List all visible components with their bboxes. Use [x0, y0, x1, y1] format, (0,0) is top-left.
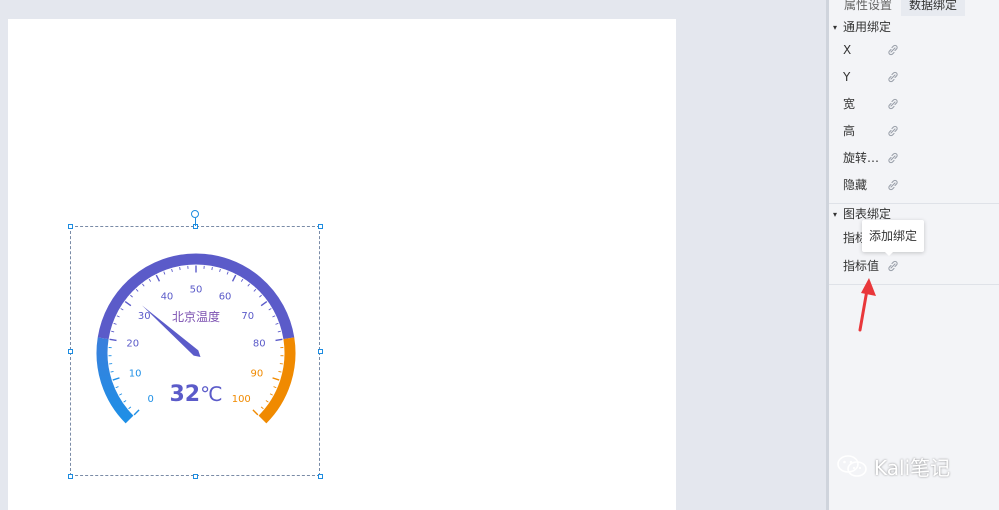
binding-label: Y	[843, 70, 851, 84]
binding-label: 宽	[843, 97, 856, 111]
tooltip-arrow	[884, 251, 894, 256]
caret-down-icon: ▾	[833, 210, 838, 219]
binding-row-x: X	[843, 40, 993, 60]
watermark-text: Kali笔记	[874, 455, 951, 480]
binding-row-width: 宽	[843, 94, 993, 114]
resize-handle-left[interactable]	[68, 349, 73, 354]
add-binding-tooltip: 添加绑定	[862, 220, 924, 252]
rotate-handle[interactable]	[191, 210, 199, 218]
link-icon[interactable]	[887, 125, 899, 137]
selection-box	[70, 226, 320, 476]
link-icon[interactable]	[887, 152, 899, 164]
resize-handle-top-left[interactable]	[68, 224, 73, 229]
resize-handle-bottom-right[interactable]	[318, 474, 323, 479]
general-binding-title: 通用绑定	[843, 20, 892, 34]
canvas-area: 0 10 20 30 40 50 60 70 80 90 100 北京温度 32℃	[0, 0, 826, 510]
resize-handle-bottom-left[interactable]	[68, 474, 73, 479]
link-icon[interactable]	[887, 71, 899, 83]
binding-row-indicator-value: 指标值	[843, 256, 993, 276]
binding-label: 隐藏	[843, 178, 868, 192]
watermark: Kali笔记	[836, 452, 950, 480]
red-arrow-annotation	[858, 278, 876, 332]
tab-properties[interactable]: 属性设置	[844, 0, 892, 16]
binding-label: 指标值	[843, 259, 880, 273]
wechat-icon	[837, 455, 867, 477]
rotate-handle-stem	[195, 218, 196, 226]
link-icon[interactable]	[887, 179, 899, 191]
link-icon[interactable]	[887, 260, 899, 272]
chart-binding-title: 图表绑定	[843, 207, 892, 221]
binding-label: 旋转…	[843, 151, 880, 165]
properties-panel: 属性设置 数据绑定 ▾ 通用绑定 X Y 宽 高 旋转… 隐藏 ▾ 图表绑定 指标 …	[829, 0, 999, 510]
general-binding-group[interactable]: ▾ 通用绑定	[833, 18, 891, 35]
link-icon[interactable]	[887, 98, 899, 110]
binding-row-height: 高	[843, 121, 993, 141]
resize-handle-right[interactable]	[318, 349, 323, 354]
resize-handle-top-right[interactable]	[318, 224, 323, 229]
divider	[829, 203, 999, 204]
binding-row-y: Y	[843, 67, 993, 87]
binding-row-hidden: 隐藏	[843, 175, 993, 195]
binding-label: X	[843, 43, 852, 57]
binding-row-rotation: 旋转…	[843, 148, 993, 168]
caret-down-icon: ▾	[833, 23, 838, 32]
binding-label: 高	[843, 124, 856, 138]
link-icon[interactable]	[887, 44, 899, 56]
panel-tabs: 属性设置 数据绑定	[829, 0, 999, 16]
resize-handle-bottom[interactable]	[193, 474, 198, 479]
tab-data-binding[interactable]: 数据绑定	[901, 0, 966, 16]
